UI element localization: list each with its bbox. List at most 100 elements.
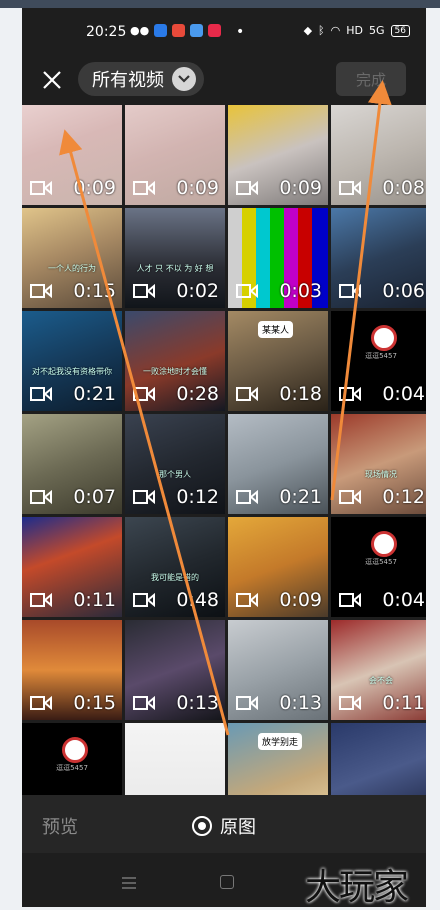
video-thumbnail[interactable]: 0:13 xyxy=(125,620,225,720)
video-thumbnail[interactable]: 0:07 xyxy=(22,414,122,514)
app-blue-icon xyxy=(154,24,168,37)
video-thumbnail[interactable] xyxy=(331,723,426,795)
close-icon xyxy=(43,71,61,89)
video-camera-icon xyxy=(339,490,361,504)
video-duration: 0:08 xyxy=(382,177,425,199)
video-duration: 0:12 xyxy=(176,486,219,508)
video-thumbnail[interactable]: 一败涂地时才会懂 0:28 xyxy=(125,311,225,411)
video-camera-icon xyxy=(30,593,52,607)
video-camera-icon xyxy=(133,181,155,195)
video-thumbnail[interactable]: 0:09 xyxy=(22,105,122,205)
top-edge-bar xyxy=(0,0,440,8)
original-label: 原图 xyxy=(220,817,256,838)
thumbnail-badge: 放学别走 xyxy=(258,733,303,750)
video-thumbnail[interactable]: 0:06 xyxy=(331,208,426,308)
bluetooth-icon: ᛒ xyxy=(318,24,325,37)
status-time: 20:25 xyxy=(86,24,127,40)
video-duration: 0:06 xyxy=(382,280,425,302)
video-duration: 0:09 xyxy=(176,177,219,199)
video-thumbnail[interactable]: 一个人的行为 0:15 xyxy=(22,208,122,308)
video-camera-icon xyxy=(339,387,361,401)
close-button[interactable] xyxy=(38,66,66,94)
hd-label: HD xyxy=(346,24,364,37)
video-duration: 0:03 xyxy=(279,280,322,302)
wechat-icon: ●● xyxy=(130,24,150,37)
battery-level: 56 xyxy=(390,24,410,37)
notification-icons: ●● xyxy=(130,24,222,37)
home-icon[interactable] xyxy=(220,875,234,889)
video-thumbnail[interactable]: 0:03 xyxy=(228,208,328,308)
video-camera-icon xyxy=(30,696,52,710)
picker-header: 所有视频 完成 xyxy=(22,58,426,106)
video-duration: 0:21 xyxy=(279,486,322,508)
video-thumbnail[interactable]: 放学别走 xyxy=(228,723,328,795)
video-duration: 0:18 xyxy=(279,383,322,405)
video-camera-icon xyxy=(339,593,361,607)
video-duration: 0:21 xyxy=(73,383,116,405)
drop-icon: ◆ xyxy=(303,24,313,37)
video-thumbnail[interactable]: 会不会 0:11 xyxy=(331,620,426,720)
thumbnail-caption: 一败涂地时才会懂 xyxy=(143,367,207,376)
music-app-icon xyxy=(172,24,186,37)
logo-caption: 逗逗5457 xyxy=(365,352,397,360)
video-thumbnail[interactable]: 0:09 xyxy=(228,105,328,205)
video-thumbnail[interactable]: 逗逗5457 0:04 xyxy=(331,311,426,411)
video-thumbnail[interactable]: 0:15 xyxy=(22,620,122,720)
radio-selected-icon xyxy=(192,816,212,836)
video-thumbnail[interactable]: 0:21 xyxy=(228,414,328,514)
video-thumbnail[interactable]: 那个男人 0:12 xyxy=(125,414,225,514)
video-duration: 0:07 xyxy=(73,486,116,508)
bottom-toolbar: 预览 原图 xyxy=(22,795,426,853)
album-selector[interactable]: 所有视频 xyxy=(78,62,204,96)
video-camera-icon xyxy=(236,696,258,710)
video-duration: 0:02 xyxy=(176,280,219,302)
thumbnail-caption: 那个男人 xyxy=(159,470,191,479)
video-camera-icon xyxy=(133,387,155,401)
video-camera-icon xyxy=(30,181,52,195)
watermark-text: 大玩家 xyxy=(305,867,409,908)
video-thumbnail[interactable]: 0:09 xyxy=(125,105,225,205)
chevron-down-icon xyxy=(172,67,196,91)
video-thumbnail[interactable]: 对不起我没有资格带你 0:21 xyxy=(22,311,122,411)
video-camera-icon xyxy=(339,284,361,298)
original-toggle[interactable]: 原图 xyxy=(192,813,256,839)
video-duration: 0:11 xyxy=(382,692,425,714)
video-camera-icon xyxy=(236,284,258,298)
thumbnail-badge: 某某人 xyxy=(258,321,294,338)
video-duration: 0:04 xyxy=(382,383,425,405)
video-thumbnail[interactable]: 逗逗5457 xyxy=(22,723,122,795)
video-camera-icon xyxy=(236,181,258,195)
video-thumbnail[interactable]: 某某人 0:18 xyxy=(228,311,328,411)
video-camera-icon xyxy=(30,284,52,298)
video-camera-icon xyxy=(236,387,258,401)
video-camera-icon xyxy=(236,490,258,504)
video-duration: 0:48 xyxy=(176,589,219,611)
video-thumbnail[interactable]: 0:11 xyxy=(22,517,122,617)
thumbnail-caption: 一个人的行为 xyxy=(48,264,96,273)
status-dot: • xyxy=(236,24,245,40)
system-icons: ◆ ᛒ ◠ HD 5G 56 xyxy=(304,24,410,37)
phone-screen: 20:25 ●● • ◆ ᛒ ◠ HD 5G 56 所有视频 完成 0:09 0… xyxy=(22,8,426,907)
video-camera-icon xyxy=(133,696,155,710)
video-thumbnail[interactable]: 人才 只 不以 为 好 想 0:02 xyxy=(125,208,225,308)
logo-caption: 逗逗5457 xyxy=(56,764,88,772)
done-button[interactable]: 完成 xyxy=(336,62,406,96)
preview-button[interactable]: 预览 xyxy=(42,813,78,839)
video-thumbnail[interactable]: 我可能是错的 0:48 xyxy=(125,517,225,617)
video-thumbnail[interactable]: 0:09 xyxy=(228,517,328,617)
video-thumbnail[interactable]: 0:08 xyxy=(331,105,426,205)
status-bar: 20:25 ●● • ◆ ᛒ ◠ HD 5G 56 xyxy=(22,8,426,58)
thumbnail-caption: 现场情况 xyxy=(365,470,397,479)
video-thumbnail[interactable] xyxy=(125,723,225,795)
video-camera-icon xyxy=(133,284,155,298)
video-thumbnail[interactable]: 逗逗5457 0:04 xyxy=(331,517,426,617)
menu-icon[interactable] xyxy=(122,877,136,889)
video-camera-icon xyxy=(133,593,155,607)
video-thumbnail[interactable]: 0:13 xyxy=(228,620,328,720)
channel-logo-icon xyxy=(371,531,397,557)
video-thumbnail[interactable]: 现场情况 0:12 xyxy=(331,414,426,514)
video-camera-icon xyxy=(339,696,361,710)
channel-logo-icon xyxy=(371,325,397,351)
video-duration: 0:15 xyxy=(73,692,116,714)
video-duration: 0:11 xyxy=(73,589,116,611)
